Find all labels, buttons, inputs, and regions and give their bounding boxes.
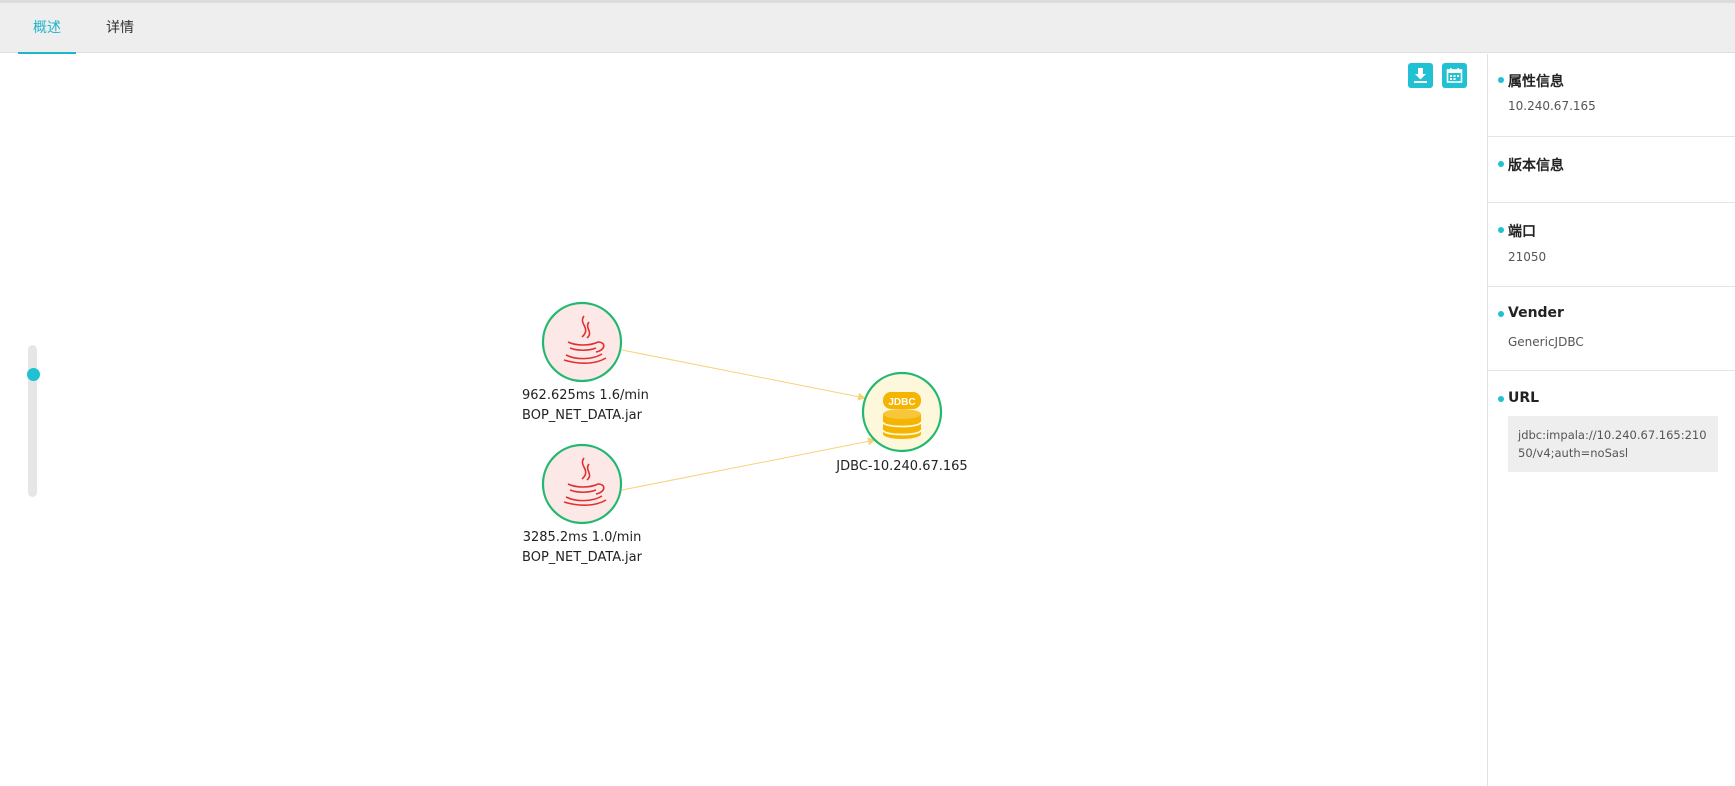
attributes-section: 属性信息 10.240.67.165 xyxy=(1488,54,1735,137)
java-node-1-label: 962.625ms 1.6/min BOP_NET_DATA.jar xyxy=(522,386,649,426)
attributes-title: 属性信息 xyxy=(1498,71,1564,91)
port-section: 端口 21050 xyxy=(1488,203,1735,287)
url-title: URL xyxy=(1497,390,1540,406)
version-title: 版本信息 xyxy=(1498,155,1564,175)
properties-sidebar: 属性信息 10.240.67.165 版本信息 端口 21050 Vender … xyxy=(1487,54,1735,786)
java-node-2[interactable] xyxy=(541,443,623,525)
topology-canvas[interactable]: JDBC 962.625ms 1.6/min BOP_NET_DATA.jar … xyxy=(0,54,1487,786)
url-value: jdbc:impala://10.240.67.165:21050/v4;aut… xyxy=(1508,416,1718,472)
port-value: 21050 xyxy=(1508,250,1547,264)
database-icon: JDBC xyxy=(882,392,922,439)
java-node-2-name: BOP_NET_DATA.jar xyxy=(522,550,642,565)
java-node-1[interactable] xyxy=(541,301,623,383)
app-page: 概述 详情 JDBC 962.625ms 1.6/min BOP_NET_DAT… xyxy=(0,0,1735,786)
vender-value: GenericJDBC xyxy=(1508,335,1584,349)
jdbc-node[interactable]: JDBC xyxy=(861,371,943,453)
attributes-value: 10.240.67.165 xyxy=(1508,99,1596,113)
java-node-2-metric: 3285.2ms 1.0/min xyxy=(522,530,642,545)
edge-java1-to-jdbc xyxy=(621,349,866,401)
tab-overview[interactable]: 概述 xyxy=(18,3,76,54)
jdbc-node-label: JDBC-10.240.67.165 xyxy=(836,459,968,474)
version-section: 版本信息 xyxy=(1488,137,1735,203)
topology-graph: JDBC xyxy=(541,301,943,525)
tab-bar: 概述 详情 xyxy=(0,3,1735,54)
java-node-2-label: 3285.2ms 1.0/min BOP_NET_DATA.jar xyxy=(522,528,642,568)
vender-section: Vender GenericJDBC xyxy=(1488,287,1735,371)
jdbc-badge-text: JDBC xyxy=(888,397,915,408)
vender-title: Vender xyxy=(1498,305,1564,321)
tab-details[interactable]: 详情 xyxy=(96,3,144,53)
java-node-1-metric: 962.625ms 1.6/min xyxy=(522,388,649,403)
port-title: 端口 xyxy=(1498,221,1536,241)
java-node-1-name: BOP_NET_DATA.jar xyxy=(522,408,642,423)
